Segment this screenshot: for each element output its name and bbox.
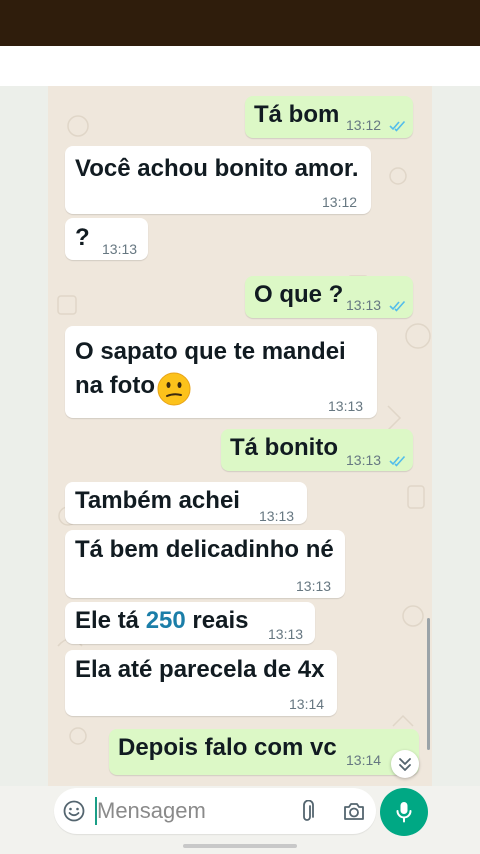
- chat-area[interactable]: Tá bom 13:12 Você achou bonito amor. 13:…: [48, 86, 432, 786]
- message-text: Depois falo com vc: [118, 734, 337, 761]
- read-ticks-icon: [389, 455, 406, 467]
- home-indicator[interactable]: [183, 844, 297, 848]
- message-time: 13:12: [322, 194, 358, 210]
- read-ticks-icon: [389, 300, 406, 312]
- message-time: 13:13: [268, 626, 304, 642]
- left-background: [0, 86, 48, 786]
- attach-icon[interactable]: [298, 800, 316, 824]
- message-text: Tá bem delicadinho né: [75, 536, 334, 563]
- message-bubble-incoming[interactable]: O sapato que te mandei na foto 13:13: [65, 326, 377, 418]
- message-time: 13:13: [346, 297, 382, 313]
- status-bar: [0, 0, 480, 46]
- message-bubble-incoming[interactable]: Também achei 13:13: [65, 482, 307, 524]
- message-bubble-outgoing[interactable]: O que ? 13:13: [245, 276, 413, 318]
- mic-icon: [396, 802, 412, 823]
- message-text: ?: [75, 224, 90, 251]
- message-time: 13:14: [289, 696, 325, 712]
- chat-header: [0, 46, 480, 87]
- message-bubble-outgoing[interactable]: Tá bonito 13:13: [221, 429, 413, 471]
- message-time: 13:13: [102, 241, 138, 257]
- message-bubble-outgoing[interactable]: Tá bom 13:12: [245, 96, 413, 138]
- message-time: 13:13: [346, 452, 382, 468]
- message-time: 13:13: [259, 508, 295, 524]
- message-bubble-outgoing[interactable]: Depois falo com vc 13:14: [109, 729, 419, 775]
- message-time: 13:13: [296, 578, 332, 594]
- scrollbar[interactable]: [427, 618, 430, 750]
- read-ticks-icon: [389, 120, 406, 132]
- message-bubble-incoming[interactable]: Você achou bonito amor. 13:12: [65, 146, 371, 214]
- scroll-down-button[interactable]: [391, 750, 419, 778]
- message-text-line-2: na foto: [75, 372, 155, 399]
- message-text-line-1: O sapato que te mandei: [75, 338, 346, 365]
- confused-face-emoji-icon: [157, 372, 191, 406]
- message-text-after: reais: [185, 607, 249, 634]
- message-text: Ele tá 250 reais: [75, 605, 248, 637]
- chevron-down-double-icon: [399, 758, 411, 771]
- message-time: 13:13: [328, 398, 364, 414]
- message-bubble-incoming[interactable]: ? 13:13: [65, 218, 148, 260]
- message-text: Tá bom: [254, 101, 340, 128]
- camera-icon[interactable]: [342, 800, 366, 822]
- message-text-before: Ele tá: [75, 607, 146, 634]
- message-bubble-incoming[interactable]: Ele tá 250 reais 13:13: [65, 602, 315, 644]
- message-text: Também achei: [75, 487, 240, 514]
- phone-number-link[interactable]: 250: [146, 607, 186, 634]
- message-text: Ela até parecela de 4x: [75, 656, 325, 683]
- mic-button[interactable]: [380, 788, 428, 836]
- message-time: 13:14: [346, 752, 382, 768]
- message-text: O que ?: [254, 281, 344, 308]
- message-text: Tá bonito: [230, 434, 338, 461]
- message-bubble-incoming[interactable]: Ela até parecela de 4x 13:14: [65, 650, 337, 716]
- message-placeholder: Mensagem: [97, 798, 206, 823]
- emoji-icon[interactable]: [63, 800, 85, 822]
- right-background: [432, 86, 480, 786]
- message-bubble-incoming[interactable]: Tá bem delicadinho né 13:13: [65, 530, 345, 598]
- message-text: Você achou bonito amor.: [75, 155, 359, 182]
- message-time: 13:12: [346, 117, 382, 133]
